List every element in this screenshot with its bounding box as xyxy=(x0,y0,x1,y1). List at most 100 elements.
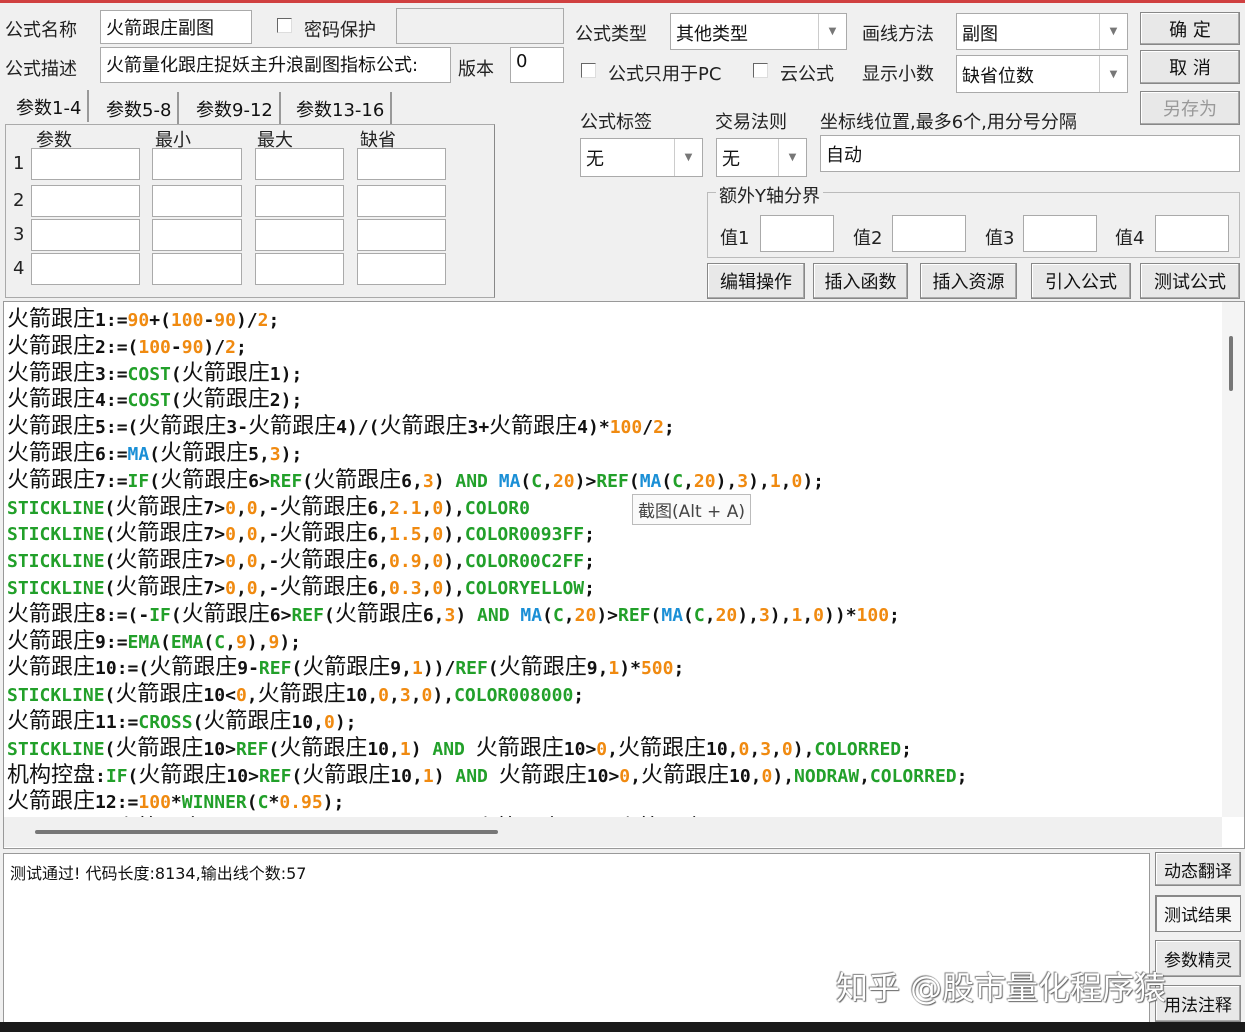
param-cell-参数[interactable] xyxy=(31,219,140,251)
dynamic-translate-button[interactable]: 动态翻译 xyxy=(1155,852,1241,886)
code-keyword: COLOR008000 xyxy=(454,685,574,707)
param-cell-缺省[interactable] xyxy=(357,253,446,285)
code-line: 火箭跟庄12:=100*WINNER(C*0.95); xyxy=(7,789,967,816)
code-punct: := xyxy=(105,390,128,412)
code-number: 20 xyxy=(552,470,575,492)
code-punct: ( xyxy=(520,470,532,492)
param-cell-缺省[interactable] xyxy=(357,148,446,180)
code-punct: , xyxy=(607,738,618,760)
insert-resource-button[interactable]: 插入资源 xyxy=(920,263,1017,299)
param-cell-最大[interactable] xyxy=(255,253,344,285)
window-top-border xyxy=(0,0,1245,3)
tab-params-13-16[interactable]: 参数13-16 xyxy=(290,92,393,124)
formula-desc-input[interactable]: 火箭量化跟庄捉妖主升浪副图指标公式: xyxy=(100,47,451,83)
pc-only-checkbox[interactable] xyxy=(581,63,596,78)
code-text[interactable]: 火箭跟庄1:=90+(100-90)/2; 火箭跟庄2:=(100-90)/2; 火… xyxy=(7,307,967,843)
ok-button[interactable]: 确 定 xyxy=(1140,12,1240,45)
code-punct: > xyxy=(214,551,226,573)
param-cell-参数[interactable] xyxy=(31,185,140,217)
tab-params-5-8[interactable]: 参数5-8 xyxy=(100,92,180,124)
test-formula-button[interactable]: 测试公式 xyxy=(1140,263,1240,299)
code-punct: := xyxy=(105,631,128,653)
draw-method-dropdown[interactable]: 副图 ▼ xyxy=(956,13,1128,50)
password-checkbox[interactable] xyxy=(277,18,292,33)
code-punct: ), xyxy=(432,685,455,707)
decimals-dropdown[interactable]: 缺省位数 ▼ xyxy=(956,55,1128,93)
code-identifier: 火箭跟庄7 xyxy=(115,574,215,600)
code-identifier: 火箭跟庄5 xyxy=(160,440,259,466)
cancel-button[interactable]: 取 消 xyxy=(1140,50,1240,84)
draw-method-value: 副图 xyxy=(962,24,998,45)
param-cell-最小[interactable] xyxy=(152,185,242,217)
param-cell-最小[interactable] xyxy=(152,219,242,251)
code-punct: , xyxy=(378,551,390,573)
code-punct: :=( xyxy=(116,658,150,680)
code-punct: > xyxy=(248,765,259,787)
code-keyword: C xyxy=(214,631,226,653)
axis-position-input[interactable]: 自动 xyxy=(820,135,1240,172)
param-cell-最小[interactable] xyxy=(152,253,242,285)
param-wizard-button[interactable]: 参数精灵 xyxy=(1155,940,1241,977)
usage-notes-button[interactable]: 用法注释 xyxy=(1155,985,1241,1022)
vertical-scrollbar[interactable] xyxy=(1222,302,1244,817)
code-identifier: 火箭跟庄10 xyxy=(475,735,586,761)
param-cell-参数[interactable] xyxy=(31,148,140,180)
code-punct: ), xyxy=(443,497,465,519)
y-value-input-3[interactable] xyxy=(1023,215,1097,252)
code-punct: , xyxy=(802,604,814,626)
version-input[interactable]: 0 xyxy=(510,47,564,83)
code-identifier: 火箭跟庄6 xyxy=(7,440,106,466)
import-formula-button[interactable]: 引入公式 xyxy=(1031,263,1131,299)
param-cell-最大[interactable] xyxy=(255,148,344,180)
code-punct: := xyxy=(105,443,128,465)
tab-params-1-4[interactable]: 参数1-4 xyxy=(10,90,90,122)
code-punct: ( xyxy=(160,631,171,653)
formula-type-dropdown[interactable]: 其他类型 ▼ xyxy=(670,13,847,50)
tab-params-9-12[interactable]: 参数9-12 xyxy=(190,92,281,124)
param-row-number: 4 xyxy=(13,258,25,279)
y-value-input-4[interactable] xyxy=(1155,215,1229,252)
test-result-button[interactable]: 测试结果 xyxy=(1155,895,1241,932)
code-punct: , xyxy=(597,658,609,680)
code-punct: , xyxy=(421,524,433,546)
code-punct: , xyxy=(433,604,445,626)
param-cell-最大[interactable] xyxy=(255,219,344,251)
formula-name-input[interactable]: 火箭跟庄副图 xyxy=(100,10,252,44)
formula-tag-dropdown[interactable]: 无 ▼ xyxy=(580,138,703,177)
param-cell-最大[interactable] xyxy=(255,185,344,217)
code-line: STICKLINE(火箭跟庄7>0,0,-火箭跟庄6,0.3,0),COLORY… xyxy=(7,575,967,602)
insert-function-button[interactable]: 插入函数 xyxy=(813,263,908,299)
code-punct: * xyxy=(170,792,182,814)
code-editor[interactable]: 火箭跟庄1:=90+(100-90)/2; 火箭跟庄2:=(100-90)/2; 火… xyxy=(3,301,1245,849)
trade-rule-dropdown[interactable]: 无 ▼ xyxy=(716,138,807,177)
param-cell-缺省[interactable] xyxy=(357,185,446,217)
code-keyword: EMA xyxy=(170,631,204,653)
param-cell-缺省[interactable] xyxy=(357,219,446,251)
y-value-input-1[interactable] xyxy=(760,215,834,252)
code-identifier: 火箭跟庄12 xyxy=(7,789,117,815)
code-punct: ), xyxy=(792,738,815,760)
save-as-button[interactable]: 另存为 xyxy=(1140,91,1240,125)
horizontal-scroll-thumb[interactable] xyxy=(35,830,498,834)
y-value-label: 值4 xyxy=(1115,228,1145,249)
code-identifier: 火箭跟庄10 xyxy=(617,735,728,761)
code-punct: ( xyxy=(104,524,116,546)
code-punct: > xyxy=(214,524,226,546)
param-cell-最小[interactable] xyxy=(152,148,242,180)
code-keyword: EMA xyxy=(127,631,161,653)
code-punct: , xyxy=(246,685,258,707)
edit-operations-button[interactable]: 编辑操作 xyxy=(707,263,805,299)
cloud-formula-checkbox[interactable] xyxy=(753,63,768,78)
code-punct: ) xyxy=(433,765,456,787)
code-number: 3 xyxy=(399,685,411,707)
code-punct: ; xyxy=(673,658,685,680)
code-punct: , xyxy=(313,711,324,733)
password-input[interactable] xyxy=(396,8,564,44)
code-punct: ), xyxy=(715,470,738,492)
code-identifier: 火箭跟庄10 xyxy=(203,708,314,734)
param-cell-参数[interactable] xyxy=(31,253,140,285)
y-value-input-2[interactable] xyxy=(892,215,966,252)
code-punct xyxy=(488,766,499,787)
code-keyword: STICKLINE xyxy=(7,738,105,760)
vertical-scroll-thumb[interactable] xyxy=(1229,336,1233,391)
